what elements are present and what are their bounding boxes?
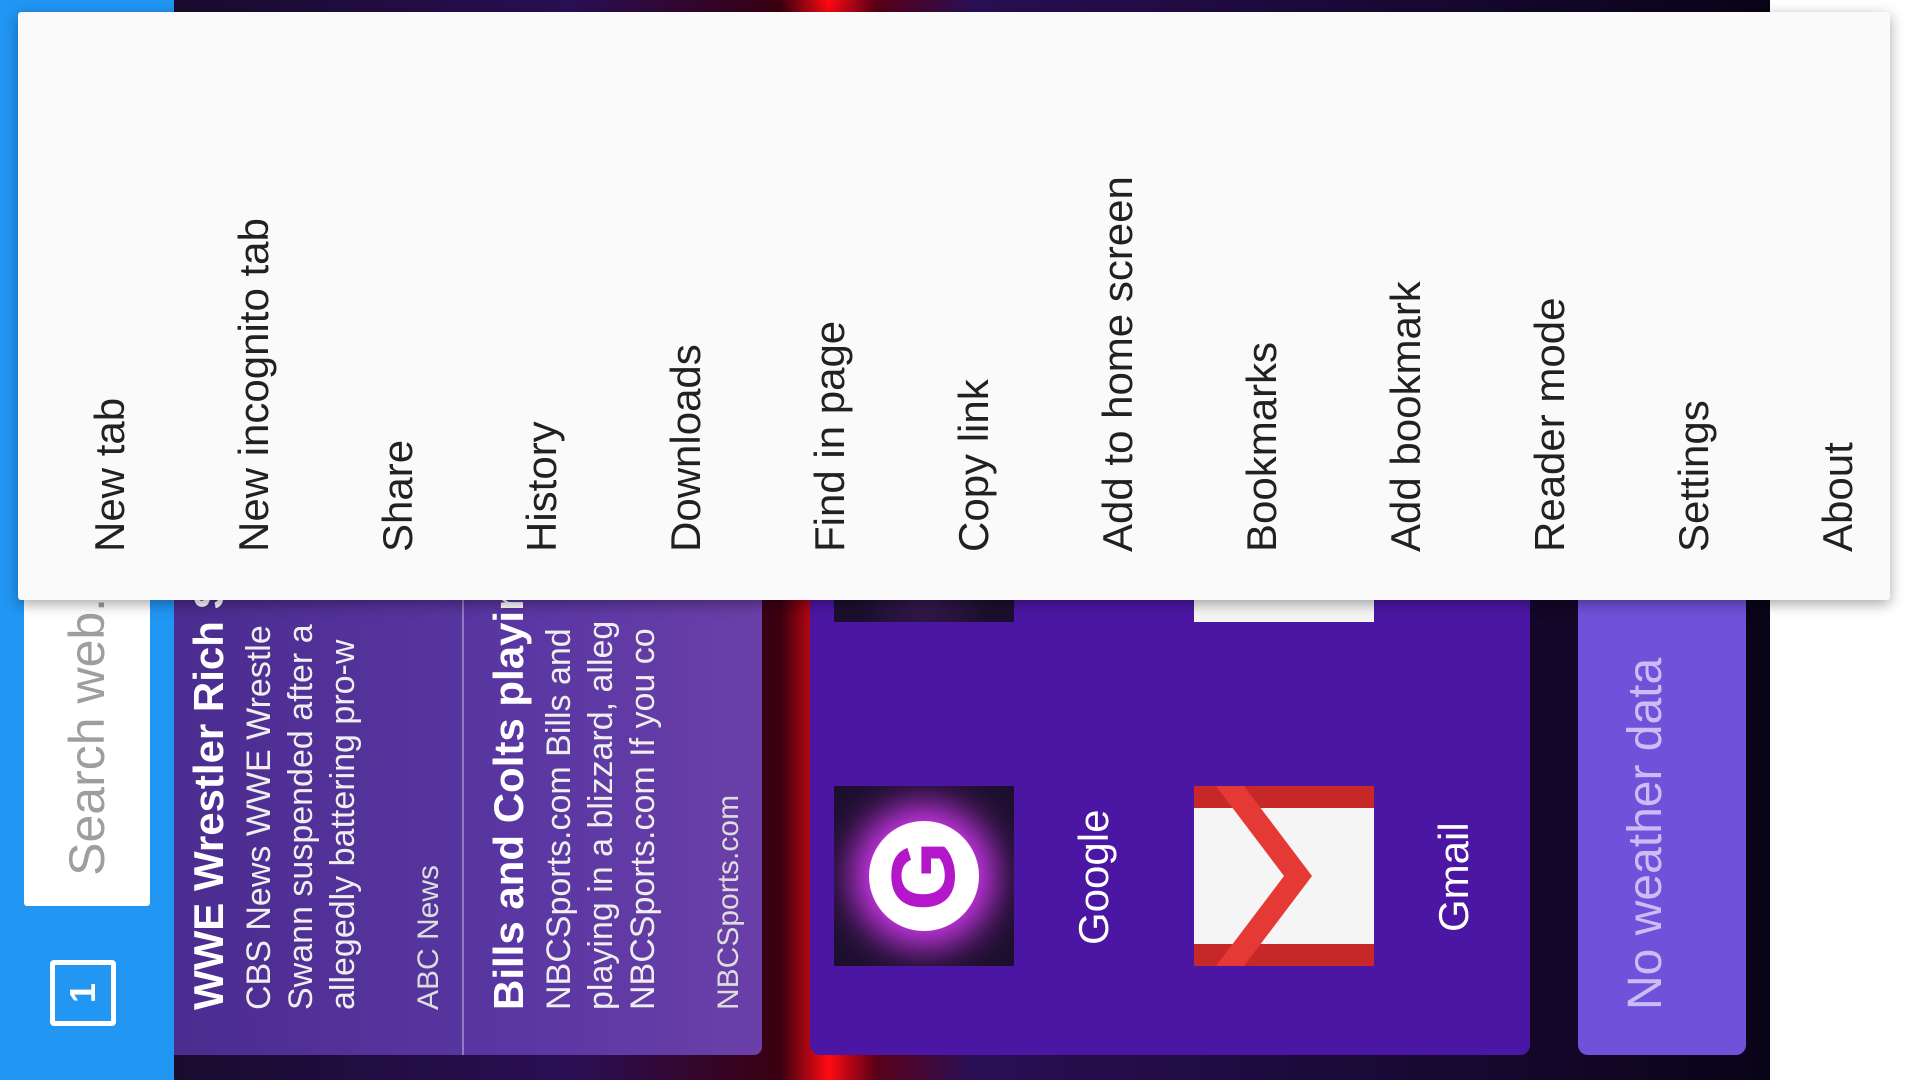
menu-item-history[interactable]: History (470, 12, 614, 600)
menu-item-label: Add bookmark (1382, 281, 1429, 552)
menu-item-about[interactable]: About (1766, 12, 1910, 600)
news-source: NBCSports.com (712, 794, 745, 1010)
menu-item-reader-mode[interactable]: Reader mode (1478, 12, 1622, 600)
menu-item-label: Reader mode (1526, 297, 1573, 552)
google-logo: G (869, 821, 979, 931)
weather-card[interactable]: No weather data (1578, 540, 1746, 1055)
news-snippet-line: CBS News WWE Wrestle (240, 625, 278, 1010)
menu-item-label: About (1814, 442, 1861, 552)
menu-item-add-to-home-screen[interactable]: Add to home screen (1046, 12, 1190, 600)
news-divider (462, 540, 464, 1055)
menu-item-label: Bookmarks (1238, 341, 1285, 552)
menu-item-label: Settings (1670, 400, 1717, 552)
gmail-logo (1194, 786, 1374, 966)
search-placeholder: Search web... (59, 570, 115, 876)
menu-item-share[interactable]: Share (326, 12, 470, 600)
menu-item-label: Downloads (662, 344, 709, 552)
menu-item-label: Add to home screen (1094, 176, 1141, 552)
menu-item-settings[interactable]: Settings (1622, 12, 1766, 600)
tab-switcher-button[interactable]: 1 (50, 960, 116, 1026)
google-icon[interactable]: G (834, 786, 1014, 966)
speed-dial-label[interactable]: Google (1070, 810, 1118, 945)
menu-item-label: History (518, 421, 565, 552)
speed-dial-label[interactable]: Gmail (1430, 822, 1478, 932)
menu-item-label: Find in page (806, 320, 853, 552)
menu-item-bookmarks[interactable]: Bookmarks (1190, 12, 1334, 600)
news-snippet-line: allegedly battering pro-w (324, 639, 362, 1010)
news-snippet-line: NBCSports.com Bills and (540, 628, 578, 1010)
menu-item-add-bookmark[interactable]: Add bookmark (1334, 12, 1478, 600)
gmail-icon[interactable] (1194, 786, 1374, 966)
menu-item-copy-link[interactable]: Copy link (902, 12, 1046, 600)
news-snippet-line: NBCSports.com If you co (624, 628, 662, 1010)
news-headline[interactable]: WWE Wrestler Rich S (185, 581, 233, 1010)
news-source: ABC News (412, 864, 445, 1010)
menu-item-new-incognito-tab[interactable]: New incognito tab (182, 12, 326, 600)
menu-item-new-tab[interactable]: New tab (38, 12, 182, 600)
menu-item-downloads[interactable]: Downloads (614, 12, 758, 600)
weather-status: No weather data (1619, 657, 1672, 1010)
menu-item-label: New incognito tab (230, 218, 277, 552)
tab-count: 1 (62, 982, 103, 1004)
overflow-menu: New tab New incognito tab Share History … (18, 12, 1890, 600)
news-snippet-line: Swann suspended after a (282, 624, 320, 1010)
menu-item-find-in-page[interactable]: Find in page (758, 12, 902, 600)
menu-item-label: Copy link (950, 379, 997, 552)
menu-item-label: New tab (86, 397, 133, 552)
news-snippet-line: playing in a blizzard, alleg (582, 620, 620, 1010)
news-headline[interactable]: Bills and Colts playin (485, 585, 533, 1010)
menu-item-label: Share (374, 439, 421, 552)
